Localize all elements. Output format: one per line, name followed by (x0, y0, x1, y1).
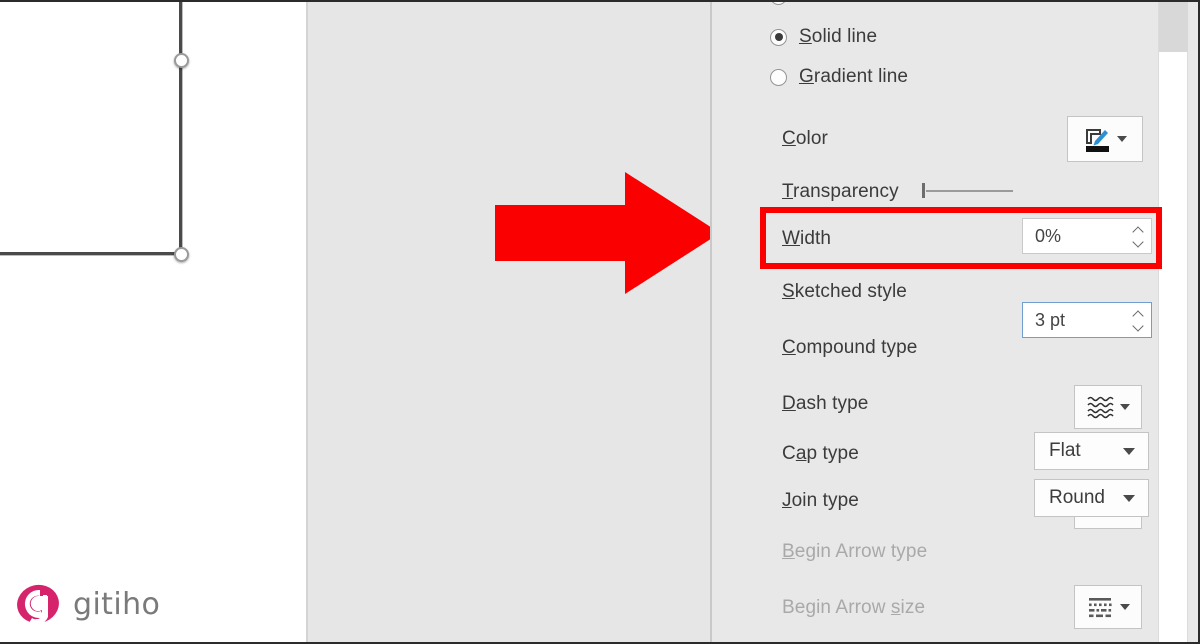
chevron-down-icon[interactable] (1123, 448, 1135, 455)
row-join-type-label: Join type (782, 490, 859, 511)
width-value: 3 pt (1035, 309, 1066, 330)
rectangle-shape[interactable] (0, 2, 182, 255)
red-right-arrow-icon (495, 172, 720, 294)
radio-unselected-icon[interactable] (770, 68, 787, 86)
gitiho-wordmark: gitiho (73, 586, 161, 622)
radio-gradient-line[interactable]: Gradient line (770, 66, 1198, 88)
join-type-value: Round (1049, 487, 1105, 508)
row-sketched-style-label: Sketched style (782, 281, 907, 302)
radio-solid-line[interactable]: Solid line (770, 26, 1198, 48)
format-shape-pane: Solid line Gradient line Color Transpare… (710, 2, 1198, 642)
radio-selected-icon[interactable] (770, 28, 787, 46)
transparency-slider[interactable] (918, 181, 1013, 199)
right-middle-handle[interactable] (174, 53, 189, 68)
row-begin-arrow-type: Begin Arrow type (712, 541, 1152, 563)
bottom-right-handle[interactable] (174, 247, 189, 262)
width-spinner[interactable]: 3 pt (1022, 302, 1152, 338)
row-begin-arrow-size: Begin Arrow size (712, 597, 1152, 619)
gitiho-watermark: gitiho (16, 582, 160, 626)
spinner-up-icon[interactable] (1134, 312, 1143, 317)
row-color-label: Color (782, 128, 828, 149)
radio-gradient-line-label: Gradient line (799, 66, 909, 87)
color-swatch-button[interactable] (1067, 116, 1143, 162)
scrollbar-thumb[interactable] (1159, 2, 1189, 52)
slide-canvas[interactable] (0, 2, 306, 642)
vertical-scrollbar[interactable] (1158, 2, 1189, 642)
screenshot-root: Solid line Gradient line Color Transpare… (0, 0, 1200, 644)
pane-edge-filler (1188, 2, 1198, 642)
row-cap-type-label: Cap type (782, 443, 859, 464)
row-dash-type-label: Dash type (782, 393, 869, 414)
spinner-down-icon[interactable] (1134, 324, 1143, 329)
cap-type-value: Flat (1049, 440, 1081, 461)
cap-type-combo[interactable]: Flat (1034, 432, 1149, 470)
row-width-label: Width (782, 228, 832, 249)
join-type-combo[interactable]: Round (1034, 479, 1149, 517)
chevron-down-icon[interactable] (1117, 136, 1127, 142)
chevron-down-icon[interactable] (1123, 495, 1135, 502)
slider-thumb[interactable] (922, 183, 925, 198)
row-sketched-style: Sketched style (712, 281, 1152, 303)
row-begin-arrow-size-label: Begin Arrow size (782, 597, 926, 618)
pen-color-icon (1086, 129, 1109, 152)
gitiho-logo-icon (16, 582, 60, 626)
spinner-arrows[interactable] (1134, 303, 1143, 337)
row-compound-type-label: Compound type (782, 337, 918, 358)
workspace-background (306, 2, 710, 642)
row-begin-arrow-type-label: Begin Arrow type (782, 541, 928, 562)
row-width: Width (712, 228, 1152, 250)
radio-icon[interactable] (770, 2, 787, 5)
row-dash-type: Dash type (712, 393, 1152, 415)
slider-track[interactable] (926, 190, 1013, 192)
row-compound-type: Compound type (712, 337, 1152, 359)
radio-solid-line-label: Solid line (799, 26, 878, 47)
row-transparency-label: Transparency (782, 181, 899, 202)
line-option-partial[interactable] (770, 2, 1198, 5)
